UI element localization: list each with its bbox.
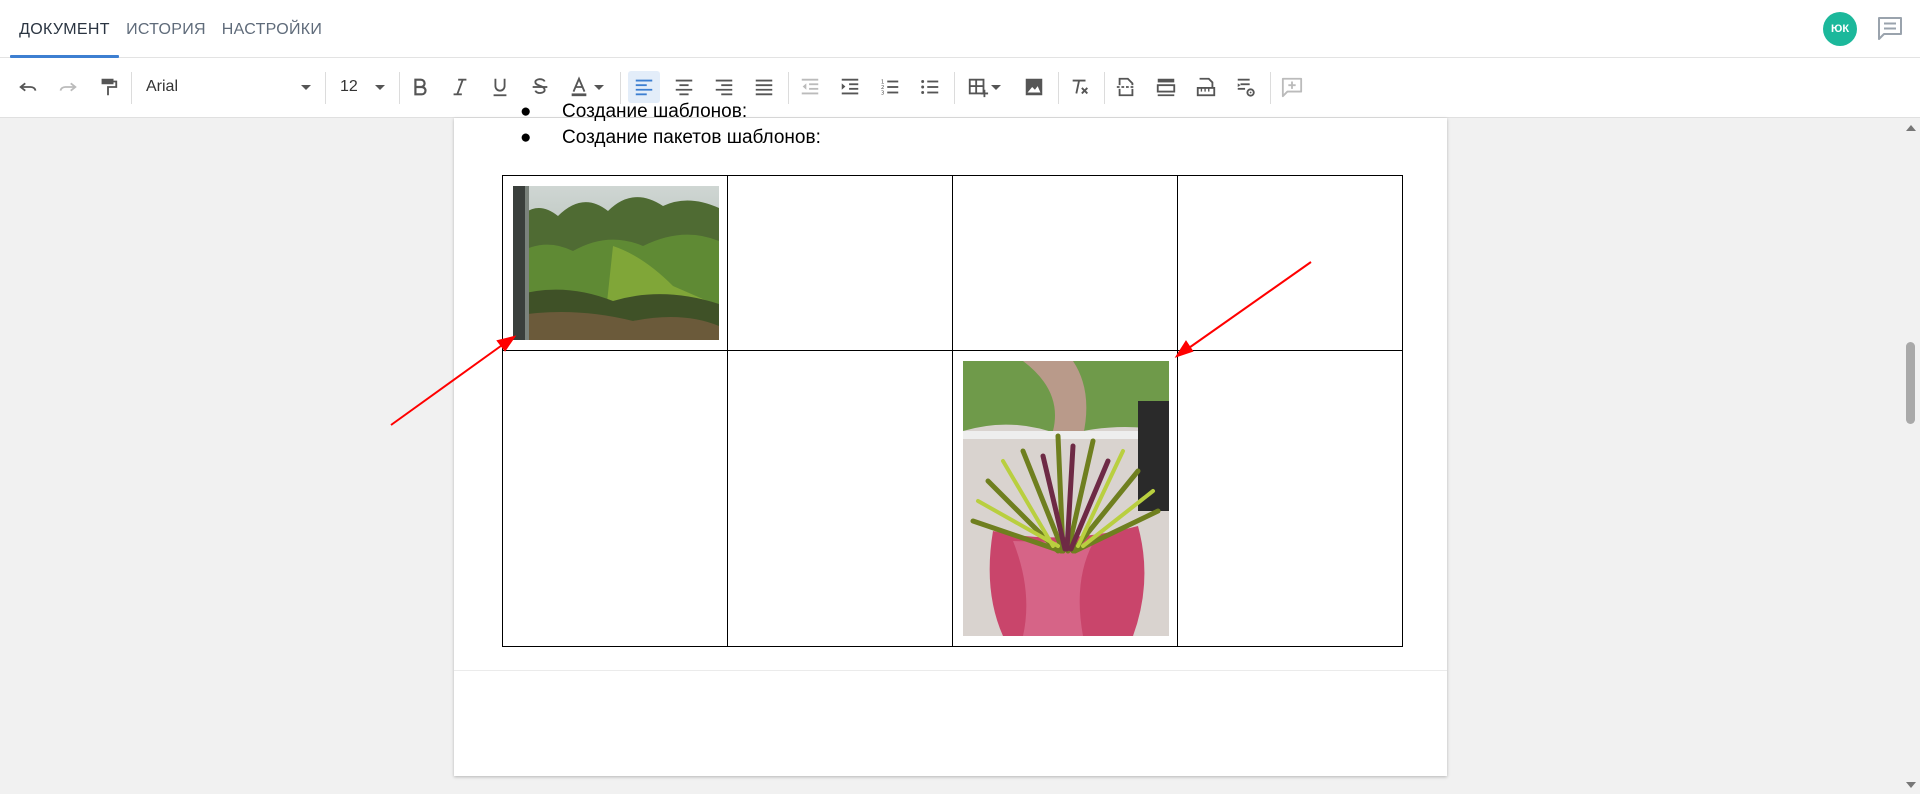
table-cell[interactable]	[727, 175, 953, 351]
tab-settings[interactable]: НАСТРОЙКИ	[220, 0, 324, 58]
chevron-down-icon	[375, 85, 385, 90]
align-justify-icon[interactable]	[748, 71, 780, 103]
bullet-text[interactable]: Создание пакетов шаблонов:	[562, 127, 821, 149]
paint-format-icon[interactable]	[92, 71, 124, 103]
bullet-marker: ●	[520, 101, 532, 122]
strikethrough-icon[interactable]	[524, 71, 556, 103]
table-cell[interactable]	[952, 175, 1178, 351]
table-cell[interactable]	[1177, 175, 1403, 351]
toolbar-divider	[954, 72, 955, 104]
redo-icon[interactable]	[52, 71, 84, 103]
svg-text:3: 3	[881, 90, 885, 96]
forest-photo-image[interactable]	[513, 186, 719, 340]
user-avatar[interactable]: ЮК	[1823, 12, 1857, 46]
table-cell[interactable]	[727, 350, 953, 647]
scroll-down-icon[interactable]	[1906, 782, 1916, 788]
increase-indent-icon[interactable]	[834, 71, 866, 103]
italic-icon[interactable]	[444, 71, 476, 103]
clear-formatting-icon[interactable]	[1064, 71, 1096, 103]
add-comment-icon[interactable]	[1276, 71, 1308, 103]
tab-document[interactable]: ДОКУМЕНТ	[10, 0, 119, 58]
toolbar-divider	[1270, 72, 1271, 104]
table-cell[interactable]	[502, 350, 728, 647]
page-break-icon[interactable]	[1110, 71, 1142, 103]
font-family-value: Arial	[146, 78, 179, 95]
table-cell[interactable]	[1177, 350, 1403, 647]
formatting-toolbar: Arial 12 123	[0, 58, 1920, 118]
toolbar-divider	[1058, 72, 1059, 104]
underline-icon[interactable]	[484, 71, 516, 103]
bullet-text[interactable]: Создание шаблонов:	[562, 101, 747, 123]
text-color-icon[interactable]	[564, 71, 608, 103]
comments-icon[interactable]	[1876, 16, 1904, 42]
font-family-select[interactable]: Arial	[146, 73, 316, 101]
list-settings-icon[interactable]	[1230, 71, 1262, 103]
undo-icon[interactable]	[12, 71, 44, 103]
chevron-down-icon	[594, 84, 604, 90]
scrollbar-thumb[interactable]	[1906, 342, 1915, 424]
decrease-indent-icon[interactable]	[794, 71, 826, 103]
bullet-marker: ●	[520, 127, 532, 148]
toolbar-divider	[620, 72, 621, 104]
bulleted-list-icon[interactable]	[914, 71, 946, 103]
insert-image-icon[interactable]	[1018, 71, 1050, 103]
table-cell[interactable]	[502, 175, 728, 351]
top-navigation-bar: ДОКУМЕНТ ИСТОРИЯ НАСТРОЙКИ ЮК	[0, 0, 1920, 58]
toolbar-divider	[131, 72, 132, 104]
heather-plant-photo-image[interactable]	[963, 361, 1169, 636]
scroll-up-icon[interactable]	[1906, 125, 1916, 131]
toolbar-divider	[325, 72, 326, 104]
page-layout-icon[interactable]	[1190, 71, 1222, 103]
insert-table-icon[interactable]	[962, 71, 1006, 103]
vertical-scrollbar[interactable]	[1902, 118, 1920, 794]
font-size-value: 12	[340, 78, 358, 95]
chevron-down-icon	[991, 84, 1001, 90]
tab-history[interactable]: ИСТОРИЯ	[126, 0, 206, 58]
align-right-icon[interactable]	[708, 71, 740, 103]
align-center-icon[interactable]	[668, 71, 700, 103]
align-left-icon[interactable]	[628, 71, 660, 103]
toolbar-divider	[1104, 72, 1105, 104]
toolbar-divider	[399, 72, 400, 104]
header-footer-icon[interactable]	[1150, 71, 1182, 103]
page-divider	[454, 670, 1447, 671]
font-size-select[interactable]: 12	[340, 73, 390, 101]
chevron-down-icon	[301, 85, 311, 90]
toolbar-divider	[788, 72, 789, 104]
document-table[interactable]	[502, 175, 1403, 647]
bold-icon[interactable]	[404, 71, 436, 103]
table-cell[interactable]	[952, 350, 1178, 647]
numbered-list-icon[interactable]: 123	[874, 71, 906, 103]
